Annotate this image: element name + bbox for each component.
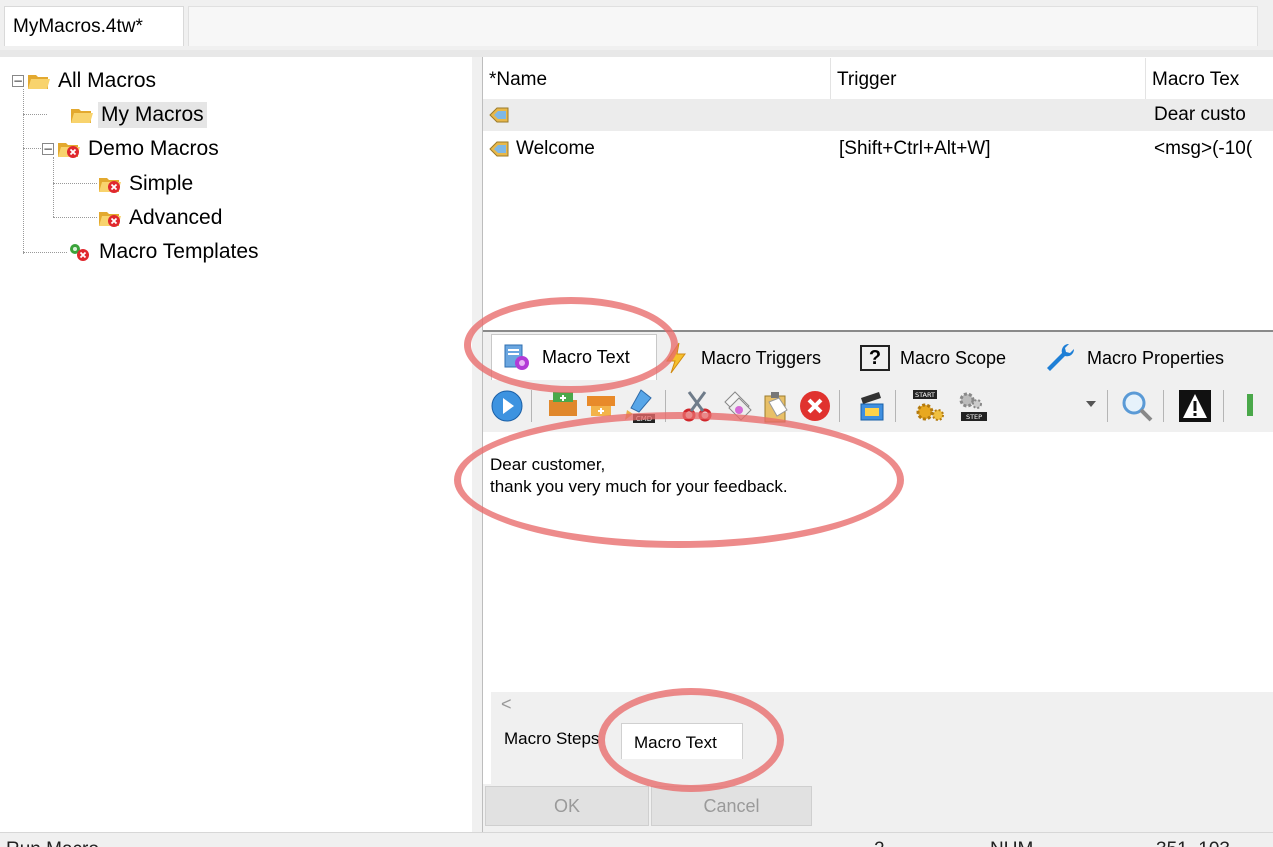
tree-item-label: All Macros (58, 69, 157, 92)
start-gear-icon[interactable]: START (911, 388, 947, 424)
tree-item-label: Advanced (129, 206, 223, 229)
tab-label: Macro Text (634, 733, 717, 752)
find-icon[interactable] (1119, 388, 1155, 424)
ok-button[interactable]: OK (485, 786, 649, 826)
table-row[interactable]: Dear custo (483, 99, 1273, 131)
tree-item-macro-templates[interactable]: Macro Templates (68, 236, 262, 268)
column-header-macro-text[interactable]: Macro Tex (1146, 58, 1273, 102)
macro-tree: − All Macros My Macros − Demo Macros Sim… (0, 57, 473, 832)
folder-open-icon (71, 109, 93, 123)
scroll-left-icon[interactable]: < (501, 694, 512, 715)
tree-line (53, 157, 54, 217)
dropdown-arrow-icon[interactable] (1085, 398, 1097, 410)
collapse-icon[interactable]: − (12, 75, 24, 87)
horizontal-scrollbar[interactable]: < (491, 692, 1273, 718)
cancel-button[interactable]: Cancel (651, 786, 812, 826)
tab-macro-properties[interactable]: Macro Properties (1043, 336, 1258, 380)
tab-macro-scope[interactable]: ? Macro Scope (860, 336, 1034, 380)
macro-icon (489, 107, 509, 123)
row-name: Welcome (516, 138, 595, 159)
tab-label: Macro Text (542, 347, 630, 367)
start-badge: START (915, 391, 935, 399)
macro-list: *Name Trigger Macro Tex Dear custo Welco… (483, 58, 1273, 330)
tree-item-my-macros[interactable]: My Macros (70, 99, 207, 131)
folder-error-icon (58, 143, 80, 158)
play-icon[interactable] (489, 388, 525, 424)
toolbar-separator (895, 390, 896, 422)
column-header-name[interactable]: *Name (483, 58, 831, 102)
toolbar-separator (1107, 390, 1108, 422)
table-row[interactable]: Welcome [Shift+Ctrl+Alt+W] <msg>(-10( (483, 133, 1273, 165)
tree-item-label: Demo Macros (88, 137, 219, 160)
tree-line (53, 217, 97, 218)
row-macro-text: <msg>(-10( (1154, 138, 1253, 159)
delete-icon[interactable] (797, 388, 833, 424)
column-header-trigger[interactable]: Trigger (831, 58, 1146, 102)
macro-toolbar: CMD START STEP (483, 380, 1273, 432)
insert-command-icon[interactable]: CMD (621, 388, 657, 424)
tab-label: Macro Triggers (701, 347, 822, 368)
tree-item-label: Simple (129, 172, 194, 195)
macro-text-icon (504, 344, 529, 370)
insert-above-icon[interactable] (545, 388, 581, 424)
insert-below-icon[interactable] (583, 388, 619, 424)
wrench-icon (1047, 343, 1075, 371)
toolbar-separator (839, 390, 840, 422)
status-bar: Run Macro 2 NUM 351, 103 (0, 832, 1273, 847)
copy-icon[interactable] (719, 388, 755, 424)
folder-error-icon (99, 178, 121, 193)
more-toolbar-icon[interactable] (1247, 394, 1253, 416)
panel-tab-bar: Macro Text Macro Triggers ? Macro Scope … (483, 332, 1273, 380)
cmd-badge: CMD (636, 415, 652, 423)
tab-label: Macro Scope (900, 347, 1007, 368)
tab-label: Macro Properties (1087, 347, 1225, 368)
tree-item-simple[interactable]: Simple (98, 168, 196, 200)
tree-item-advanced[interactable]: Advanced (98, 202, 225, 234)
row-macro-text: Dear custo (1154, 104, 1246, 125)
step-gear-icon[interactable]: STEP (955, 388, 991, 424)
folder-error-icon (99, 212, 121, 227)
toolbar-separator (1223, 390, 1224, 422)
record-icon[interactable] (853, 388, 889, 424)
warning-icon[interactable] (1177, 388, 1213, 424)
macro-icon (489, 141, 509, 157)
vertical-splitter[interactable] (472, 57, 483, 832)
paste-icon[interactable] (757, 388, 793, 424)
tab-macro-triggers[interactable]: Macro Triggers (661, 336, 853, 380)
tree-item-label: Macro Templates (99, 240, 259, 263)
step-badge: STEP (966, 413, 982, 421)
top-divider (0, 50, 1273, 57)
tree-item-demo-macros[interactable]: − Demo Macros (42, 133, 222, 165)
tab-macro-steps[interactable]: Macro Steps (504, 729, 599, 749)
tree-item-all-macros[interactable]: − All Macros (12, 65, 159, 97)
row-trigger: [Shift+Ctrl+Alt+W] (839, 138, 991, 159)
templates-error-icon (70, 244, 89, 261)
question-icon: ? (860, 345, 890, 371)
tab-macro-text-bottom[interactable]: Macro Text (621, 723, 743, 759)
cut-icon[interactable] (679, 388, 715, 424)
tree-line (53, 183, 97, 184)
document-tab[interactable]: MyMacros.4tw* (4, 6, 184, 46)
tab-strip-filler (188, 6, 1258, 46)
lightning-icon (666, 342, 686, 374)
toolbar-separator (1163, 390, 1164, 422)
collapse-icon[interactable]: − (42, 143, 54, 155)
tree-line (23, 114, 47, 115)
macro-text-content[interactable]: Dear customer, thank you very much for y… (490, 454, 788, 498)
folder-open-icon (28, 75, 50, 89)
toolbar-separator (531, 390, 532, 422)
editor-view-tabs: Macro Steps Macro Text (491, 718, 1273, 784)
tab-macro-text[interactable]: Macro Text (491, 334, 657, 380)
tree-item-label: My Macros (98, 102, 207, 128)
toolbar-separator (665, 390, 666, 422)
dialog-buttons: OK Cancel (483, 784, 1273, 832)
tree-line (23, 252, 67, 253)
